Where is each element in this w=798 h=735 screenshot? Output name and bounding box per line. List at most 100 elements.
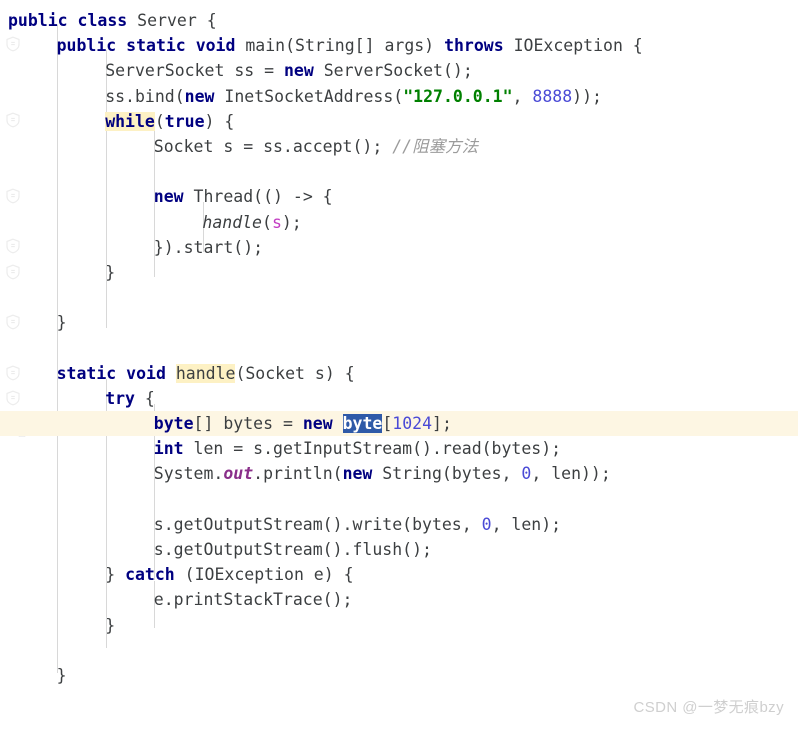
code-line-15-token-5: (Socket s) {	[235, 363, 355, 383]
code-line-15-token-0: static	[56, 363, 117, 383]
code-line-15-token-2: void	[126, 363, 166, 383]
code-line-4-token-1: new	[184, 86, 215, 106]
code-line-10-token-0: }).start();	[153, 237, 264, 257]
code-line-7[interactable]	[0, 159, 798, 184]
code-line-19-token-4: String(bytes,	[372, 464, 522, 484]
code-line-17[interactable]: byte[] bytes = new byte[1024];	[0, 411, 798, 437]
code-line-4-token-2: InetSocketAddress(	[214, 86, 404, 106]
code-line-1-token-1	[68, 11, 78, 30]
code-line-27-token-0: }	[56, 665, 67, 685]
code-line-24-token-0: e.printStackTrace();	[153, 590, 353, 610]
code-line-17-token-2: new	[302, 414, 333, 433]
code-line-11[interactable]: }	[0, 260, 798, 285]
code-line-8-token-1: Thread(() -> {	[183, 187, 333, 207]
code-line-2-token-2: static	[126, 36, 186, 56]
code-line-21-token-0: s.getOutputStream().write(bytes,	[153, 514, 482, 534]
code-line-23-token-1: catch	[125, 565, 175, 585]
code-line-4-token-6: ));	[572, 86, 602, 106]
code-line-21[interactable]: s.getOutputStream().write(bytes, 0, len)…	[0, 512, 798, 537]
code-line-5-token-2: true	[164, 111, 205, 131]
code-line-3-token-2: ServerSocket();	[313, 61, 473, 81]
code-line-22[interactable]: s.getOutputStream().flush();	[0, 537, 798, 562]
csdn-watermark: CSDN @一梦无痕bzy	[633, 699, 784, 716]
code-line-4-token-0: ss.bind(	[105, 86, 185, 106]
code-line-4-token-5: 8888	[532, 86, 573, 106]
code-line-18-token-0: int	[153, 439, 184, 459]
code-line-10[interactable]: }).start();	[0, 235, 798, 260]
code-line-5[interactable]: while(true) {	[0, 109, 798, 134]
code-line-2-token-7: IOException {	[503, 36, 643, 56]
code-line-15-token-1	[116, 364, 126, 383]
code-line-15[interactable]: static void handle(Socket s) {	[0, 361, 798, 386]
code-line-3-token-1: new	[284, 61, 314, 81]
code-line-17-token-6: 1024	[392, 414, 433, 433]
code-line-13[interactable]: }	[0, 310, 798, 335]
code-line-19-token-6: , len));	[531, 464, 611, 484]
code-line-1-token-2: class	[77, 11, 128, 30]
code-line-15-token-4: handle	[175, 363, 236, 383]
code-line-19-token-5: 0	[521, 464, 532, 484]
code-line-16[interactable]: try {	[0, 386, 798, 411]
code-line-25-token-0: }	[105, 615, 116, 635]
code-line-19-token-0: System.	[153, 464, 224, 484]
code-line-2[interactable]: public static void main(String[] args) t…	[0, 33, 798, 58]
code-line-23-token-2: (IOException e) {	[174, 565, 354, 585]
code-line-8-token-0: new	[153, 187, 184, 207]
code-line-17-token-4: byte	[342, 414, 383, 433]
code-line-20[interactable]	[0, 487, 798, 512]
code-line-4-token-4: ,	[512, 86, 533, 106]
code-line-5-token-1: (	[154, 111, 165, 131]
code-content[interactable]: public class Server {public static void …	[0, 0, 798, 735]
code-line-2-token-0: public	[56, 36, 117, 56]
code-line-23[interactable]: } catch (IOException e) {	[0, 562, 798, 587]
code-line-5-token-0: while	[105, 111, 155, 131]
code-line-13-token-0: }	[56, 313, 67, 333]
code-line-9-token-2: s	[271, 212, 282, 232]
code-line-22-token-0: s.getOutputStream().flush();	[153, 539, 432, 559]
code-line-11-token-0: }	[105, 262, 116, 282]
code-line-9-token-3: );	[281, 212, 302, 232]
code-line-16-token-1: {	[135, 388, 155, 408]
code-line-5-token-3: ) {	[204, 111, 235, 131]
code-line-17-token-7: ];	[432, 414, 452, 433]
code-line-16-token-0: try	[105, 388, 135, 408]
code-line-6-token-0: Socket s = ss.accept();	[153, 136, 393, 156]
code-line-26[interactable]	[0, 638, 798, 663]
code-line-19-token-1: out	[223, 464, 254, 484]
code-line-27[interactable]: }	[0, 663, 798, 688]
code-line-9[interactable]: handle(s);	[0, 210, 798, 235]
code-line-19[interactable]: System.out.println(new String(bytes, 0, …	[0, 461, 798, 486]
code-line-18-token-1: len = s.getInputStream().read(bytes);	[183, 439, 562, 459]
code-line-17-token-1: [] bytes =	[193, 414, 303, 433]
code-line-9-token-1: (	[262, 212, 272, 232]
code-line-12[interactable]	[0, 285, 798, 310]
code-line-3[interactable]: ServerSocket ss = new ServerSocket();	[0, 58, 798, 83]
code-line-1-token-0: public	[8, 11, 68, 30]
code-line-1-token-3: Server {	[127, 11, 217, 30]
code-line-8[interactable]: new Thread(() -> {	[0, 184, 798, 209]
code-line-4-token-3: "127.0.0.1"	[403, 86, 513, 106]
code-line-6[interactable]: Socket s = ss.accept(); //阻塞方法	[0, 134, 798, 159]
code-line-2-token-1	[116, 36, 126, 55]
code-line-19-token-3: new	[342, 464, 373, 484]
code-line-2-token-6: throws	[444, 36, 504, 56]
code-line-4[interactable]: ss.bind(new InetSocketAddress("127.0.0.1…	[0, 84, 798, 109]
code-line-1[interactable]: public class Server {	[0, 8, 798, 33]
code-editor[interactable]: public class Server {public static void …	[0, 0, 798, 727]
code-line-21-token-2: , len);	[491, 514, 562, 534]
code-line-25[interactable]: }	[0, 613, 798, 638]
code-line-18[interactable]: int len = s.getInputStream().read(bytes)…	[0, 436, 798, 461]
code-line-19-token-2: .println(	[253, 464, 343, 484]
code-line-6-token-1: //阻塞方法	[392, 136, 479, 156]
code-line-2-token-3	[186, 36, 196, 55]
code-line-21-token-1: 0	[481, 514, 492, 534]
code-line-3-token-0: ServerSocket ss =	[105, 61, 284, 81]
code-line-14[interactable]	[0, 335, 798, 360]
code-line-2-token-4: void	[195, 36, 236, 56]
code-line-9-token-0: handle	[202, 212, 262, 232]
code-line-2-token-5: main(String[] args)	[235, 36, 445, 56]
code-line-15-token-3	[166, 364, 176, 383]
code-line-17-token-5: [	[382, 414, 393, 433]
code-line-17-token-0: byte	[153, 414, 194, 433]
code-line-24[interactable]: e.printStackTrace();	[0, 587, 798, 612]
